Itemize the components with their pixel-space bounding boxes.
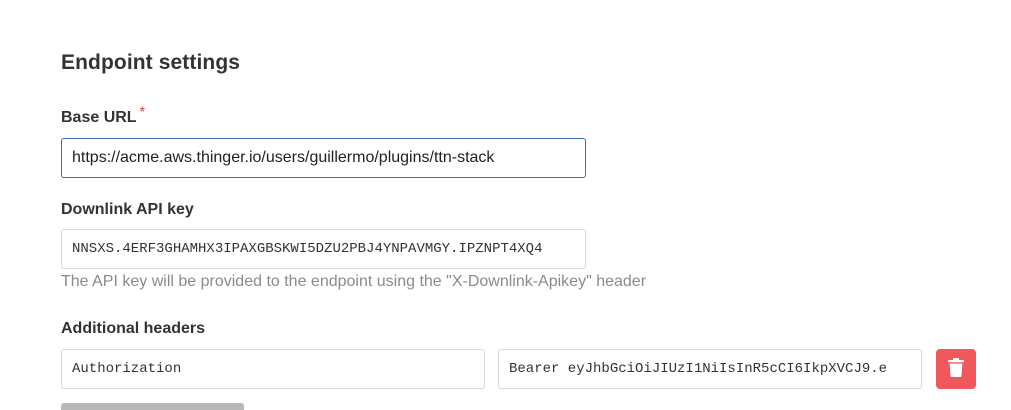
header-value-input[interactable]: Bearer eyJhbGciOiJIUzI1NiIsInR5cCI6IkpXV…: [498, 349, 922, 389]
endpoint-settings-page: Endpoint settings Base URL * https://acme…: [0, 0, 1011, 410]
downlink-api-key-input[interactable]: NNSXS.4ERF3GHAMHX3IPAXGBSKWI5DZU2PBJ4YNP…: [61, 229, 586, 269]
downlink-api-key-help: The API key will be provided to the endp…: [61, 273, 647, 290]
trash-icon: [948, 358, 964, 380]
base-url-value: https://acme.aws.thinger.io/users/guille…: [72, 149, 495, 166]
header-key-input[interactable]: Authorization: [61, 349, 485, 389]
add-header-button[interactable]: [61, 403, 244, 410]
base-url-label-text: Base URL: [61, 109, 137, 126]
header-value-value: Bearer eyJhbGciOiJIUzI1NiIsInR5cCI6IkpXV…: [509, 361, 888, 377]
required-marker: *: [139, 103, 146, 119]
base-url-label: Base URL *: [61, 103, 145, 127]
additional-headers-label: Additional headers: [61, 320, 206, 337]
base-url-input[interactable]: https://acme.aws.thinger.io/users/guille…: [61, 138, 586, 178]
downlink-api-key-value: NNSXS.4ERF3GHAMHX3IPAXGBSKWI5DZU2PBJ4YNP…: [72, 241, 543, 257]
delete-header-button[interactable]: [936, 349, 976, 389]
section-title: Endpoint settings: [61, 51, 241, 74]
header-key-value: Authorization: [72, 361, 182, 377]
downlink-api-key-label: Downlink API key: [61, 201, 194, 218]
